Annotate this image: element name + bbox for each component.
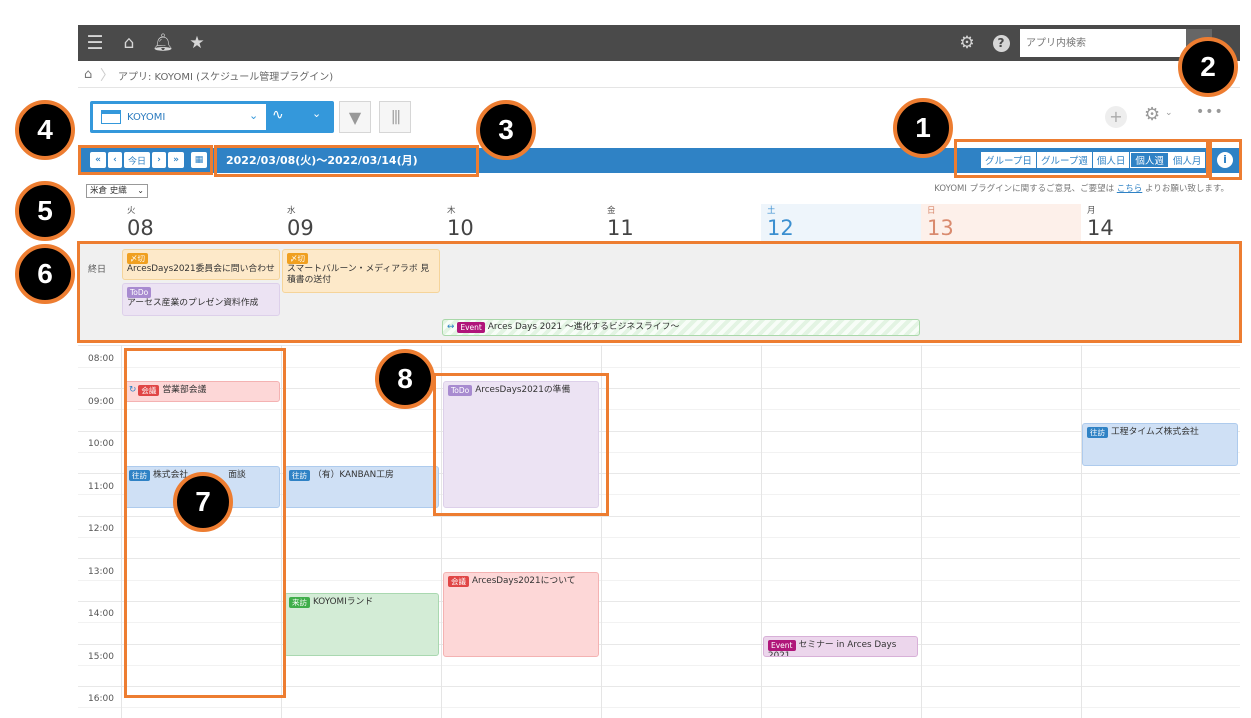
day-header-saturday: 土 12 bbox=[761, 204, 921, 242]
weekday-label: 火 bbox=[127, 206, 136, 216]
time-label: 10:00 bbox=[88, 439, 114, 449]
day-header: 水 09 bbox=[281, 204, 441, 242]
bell-icon[interactable]: 🔔︎ bbox=[148, 25, 178, 61]
callout-badge-3: 3 bbox=[476, 100, 536, 160]
crumb-separator: 〉 bbox=[100, 68, 114, 84]
weekday-label: 月 bbox=[1087, 206, 1096, 216]
timed-event[interactable]: 会議 ArcesDays2021について bbox=[443, 572, 599, 657]
column-divider bbox=[921, 345, 922, 718]
app-selector[interactable]: KOYOMI ⌄ ∿ ⌄ bbox=[90, 101, 334, 133]
top-bar: ☰ ⌂ 🔔︎ ★ ⚙ ? bbox=[78, 25, 1240, 61]
visit-tag: 往訪 bbox=[1087, 427, 1108, 438]
annotation-box-8 bbox=[433, 373, 609, 516]
settings-gear-icon[interactable]: ⚙ bbox=[1144, 104, 1160, 125]
notice-text: KOYOMI プラグインに関するご意見、ご要望は bbox=[934, 184, 1117, 194]
date-label[interactable]: 09 bbox=[287, 216, 441, 240]
chevron-down-icon: ⌄ bbox=[137, 186, 144, 195]
time-label: 13:00 bbox=[88, 567, 114, 577]
callout-badge-5: 5 bbox=[15, 181, 75, 241]
annotation-box-3 bbox=[214, 145, 479, 177]
home-icon[interactable]: ⌂ bbox=[114, 25, 144, 61]
add-button[interactable]: + bbox=[1105, 106, 1127, 128]
day-header: 月 14 bbox=[1081, 204, 1241, 242]
more-options-icon[interactable]: ••• bbox=[1196, 104, 1224, 120]
date-label[interactable]: 08 bbox=[127, 216, 281, 240]
graph-icon[interactable]: ∿ bbox=[272, 107, 284, 123]
time-label: 12:00 bbox=[88, 524, 114, 534]
breadcrumb-app-link[interactable]: アプリ: KOYOMI (スケジュール管理プラグイン) bbox=[118, 68, 333, 83]
day-header: 火 08 bbox=[121, 204, 281, 242]
chevron-down-icon: ⌄ bbox=[249, 109, 259, 122]
help-icon[interactable]: ? bbox=[986, 25, 1016, 61]
notice-text-end: よりお願い致します。 bbox=[1142, 184, 1229, 194]
timed-event[interactable]: 往訪 工程タイムズ株式会社 bbox=[1082, 423, 1238, 466]
time-label: 09:00 bbox=[88, 397, 114, 407]
feedback-notice: KOYOMI プラグインに関するご意見、ご要望は こちら よりお願い致します。 bbox=[934, 182, 1229, 194]
breadcrumb: ⌂ 〉 アプリ: KOYOMI (スケジュール管理プラグイン) bbox=[78, 62, 1240, 88]
callout-badge-4: 4 bbox=[15, 100, 75, 160]
app-name: KOYOMI bbox=[127, 111, 166, 123]
meeting-tag: 会議 bbox=[448, 576, 469, 587]
weekday-label: 日 bbox=[927, 206, 936, 216]
star-icon[interactable]: ★ bbox=[182, 25, 212, 61]
user-select[interactable]: 米倉 史織 ⌄ bbox=[86, 184, 148, 198]
column-divider bbox=[1081, 345, 1082, 718]
day-header: 木 10 bbox=[441, 204, 601, 242]
weekday-label: 水 bbox=[287, 206, 296, 216]
timed-event[interactable]: Event セミナー in Arces Days 2021 bbox=[763, 636, 918, 657]
annotation-box-2 bbox=[1209, 139, 1242, 180]
user-select-value: 米倉 史織 bbox=[90, 186, 127, 196]
timed-event[interactable]: 往訪 （有）KANBAN工房 bbox=[284, 466, 439, 508]
date-label[interactable]: 10 bbox=[447, 216, 601, 240]
bar-chart-icon: ||| bbox=[390, 109, 401, 125]
visit-tag: 往訪 bbox=[289, 470, 310, 481]
gear-icon[interactable]: ⚙ bbox=[952, 25, 982, 61]
incoming-visit-tag: 来訪 bbox=[289, 597, 310, 608]
grid-line bbox=[78, 345, 1240, 346]
event-title: ArcesDays2021について bbox=[472, 576, 576, 586]
date-label[interactable]: 11 bbox=[607, 216, 761, 240]
column-divider bbox=[121, 345, 122, 718]
weekday-label: 金 bbox=[607, 206, 616, 216]
time-label: 11:00 bbox=[88, 482, 114, 492]
menu-icon[interactable]: ☰ bbox=[80, 25, 110, 61]
weekday-label: 土 bbox=[767, 206, 776, 216]
table-icon bbox=[101, 110, 121, 124]
callout-badge-7: 7 bbox=[173, 472, 233, 532]
annotation-box-4 bbox=[78, 145, 213, 175]
callout-badge-8: 8 bbox=[375, 349, 435, 409]
time-label: 14:00 bbox=[88, 609, 114, 619]
annotation-box-1 bbox=[954, 139, 1209, 178]
day-header: 金 11 bbox=[601, 204, 761, 242]
event-title: 工程タイムズ株式会社 bbox=[1111, 427, 1199, 437]
timed-event[interactable]: 来訪 KOYOMIランド bbox=[284, 593, 439, 656]
weekday-label: 木 bbox=[447, 206, 456, 216]
date-label[interactable]: 13 bbox=[927, 216, 1081, 240]
callout-badge-1: 1 bbox=[893, 98, 953, 158]
filter-button[interactable]: ▼ bbox=[339, 101, 371, 133]
search-input[interactable] bbox=[1020, 29, 1186, 57]
time-label: 15:00 bbox=[88, 652, 114, 662]
chevron-down-icon[interactable]: ⌄ bbox=[312, 107, 321, 120]
date-label[interactable]: 12 bbox=[767, 216, 921, 240]
callout-badge-2: 2 bbox=[1178, 37, 1238, 97]
time-label: 08:00 bbox=[88, 354, 114, 364]
app-selector-field[interactable]: KOYOMI ⌄ bbox=[93, 104, 266, 130]
chart-button[interactable]: ||| bbox=[379, 101, 411, 133]
column-divider bbox=[761, 345, 762, 718]
filter-icon: ▼ bbox=[348, 107, 362, 127]
annotation-box-6 bbox=[77, 241, 1242, 343]
time-label: 16:00 bbox=[88, 694, 114, 704]
callout-badge-6: 6 bbox=[15, 244, 75, 304]
event-tag: Event bbox=[768, 640, 796, 651]
date-label[interactable]: 14 bbox=[1087, 216, 1241, 240]
grid-line bbox=[78, 707, 1240, 708]
event-title: KOYOMIランド bbox=[313, 597, 374, 607]
chevron-down-icon[interactable]: ⌄ bbox=[1165, 108, 1173, 118]
event-title: （有）KANBAN工房 bbox=[313, 470, 394, 480]
day-header-sunday: 日 13 bbox=[921, 204, 1081, 242]
feedback-link[interactable]: こちら bbox=[1117, 184, 1143, 194]
home-crumb-icon[interactable]: ⌂ bbox=[84, 67, 92, 82]
